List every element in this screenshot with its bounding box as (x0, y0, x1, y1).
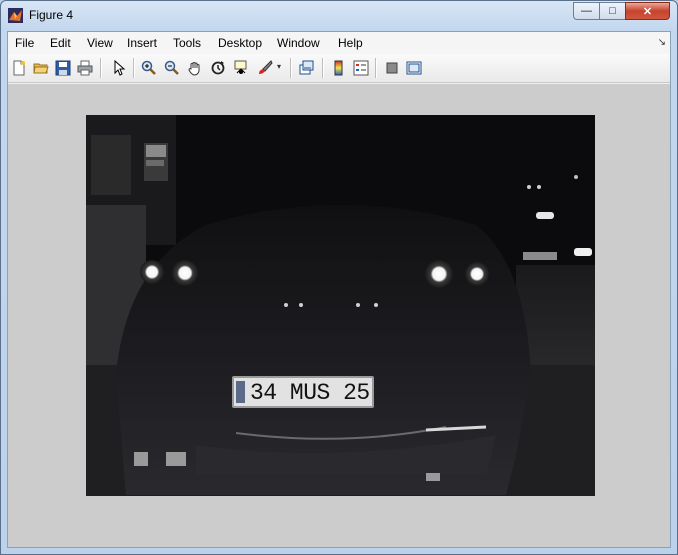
floppy-disk-icon (55, 60, 71, 76)
toolbar-separator (290, 58, 292, 78)
maximize-button[interactable]: □ (599, 2, 626, 20)
plate-country-strip (236, 381, 245, 403)
menu-file[interactable]: File (15, 36, 34, 50)
minimize-button[interactable]: — (573, 2, 600, 20)
save-button[interactable] (54, 59, 72, 77)
menu-insert[interactable]: Insert (127, 36, 157, 50)
folder-open-icon (33, 63, 49, 74)
license-plate-text: 34 MUS 25 (250, 380, 370, 406)
undock-icon[interactable]: ↘ (658, 37, 666, 48)
legend-button[interactable] (352, 59, 370, 77)
zoom-out-button[interactable] (163, 59, 181, 77)
close-icon: ✕ (642, 5, 653, 18)
figure-toolbar: ▾ (8, 54, 670, 83)
image-axes[interactable]: 34 MUS 25 (86, 115, 595, 496)
link-plot-icon (299, 60, 314, 75)
menu-bar: File Edit View Insert Tools Desktop Wind… (8, 32, 670, 54)
rotate-3d-button[interactable] (209, 59, 227, 77)
toolbar-separator (322, 58, 324, 78)
figure-canvas[interactable]: 34 MUS 25 (8, 84, 670, 547)
window-title: Figure 4 (29, 8, 74, 22)
hand-icon (188, 62, 200, 76)
rotate-icon (211, 61, 225, 75)
menu-help[interactable]: Help (338, 36, 363, 50)
printer-icon (77, 60, 93, 76)
arrow-cursor-icon (114, 60, 126, 76)
matlab-icon (8, 8, 23, 23)
toolbar-separator (100, 58, 102, 78)
zoom-out-icon (164, 60, 179, 75)
link-plot-button[interactable] (298, 59, 316, 77)
hide-plot-tools-icon (386, 62, 398, 74)
close-button[interactable]: ✕ (625, 2, 670, 20)
menu-window[interactable]: Window (277, 36, 320, 50)
maximize-icon: □ (609, 5, 616, 17)
hide-plot-tools-button[interactable] (383, 59, 401, 77)
show-plot-tools-button[interactable] (405, 59, 423, 77)
open-file-button[interactable] (32, 59, 50, 77)
menu-edit[interactable]: Edit (50, 36, 71, 50)
data-cursor-button[interactable] (232, 59, 250, 77)
brush-dropdown-icon[interactable]: ▾ (277, 62, 281, 71)
menu-tools[interactable]: Tools (173, 36, 201, 50)
new-figure-button[interactable] (10, 59, 28, 77)
menu-desktop[interactable]: Desktop (218, 36, 262, 50)
zoom-in-button[interactable] (140, 59, 158, 77)
print-button[interactable] (76, 59, 94, 77)
menu-view[interactable]: View (87, 36, 113, 50)
legend-icon (353, 60, 369, 76)
brush-button[interactable] (256, 59, 274, 77)
license-plate: 34 MUS 25 (232, 376, 374, 408)
minimize-icon: — (581, 5, 592, 17)
figure-window: Figure 4 — □ ✕ File Edit View Insert Too… (0, 0, 678, 555)
zoom-in-icon (141, 60, 156, 75)
car-rear-photo (86, 115, 595, 496)
new-file-icon (13, 60, 25, 76)
show-plot-tools-icon (406, 61, 422, 75)
toolbar-separator (375, 58, 377, 78)
edit-plot-button[interactable] (110, 59, 128, 77)
title-bar[interactable]: Figure 4 — □ ✕ (1, 1, 677, 31)
colorbar-icon (334, 60, 343, 76)
pan-button[interactable] (186, 59, 204, 77)
data-cursor-icon (234, 60, 247, 74)
toolbar-separator (133, 58, 135, 78)
colorbar-button[interactable] (330, 59, 348, 77)
brush-icon (259, 60, 273, 74)
figure-client: File Edit View Insert Tools Desktop Wind… (7, 31, 671, 548)
